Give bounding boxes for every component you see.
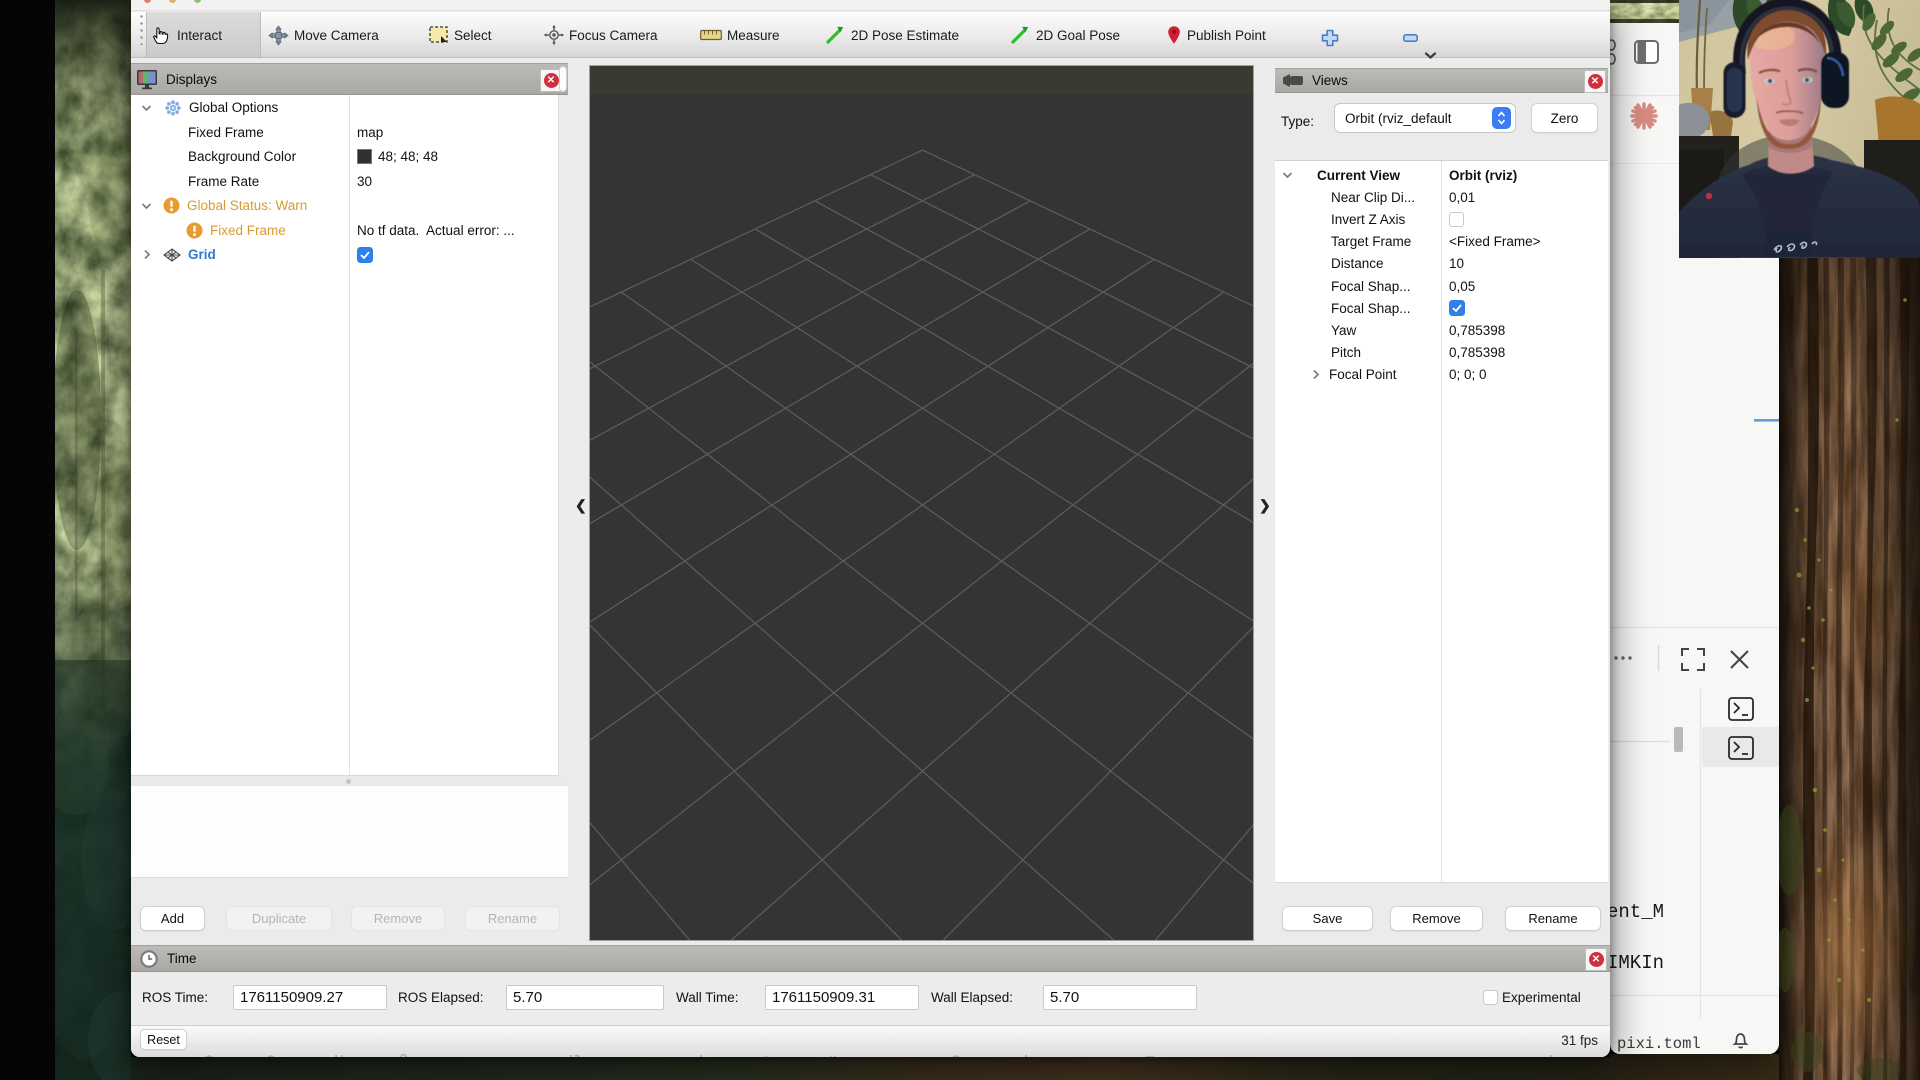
- svg-text:ent_M: ent_M: [1610, 901, 1664, 923]
- svg-text:IMKIn: IMKIn: [1610, 952, 1664, 974]
- svg-text:pixi.toml: pixi.toml: [1617, 1035, 1701, 1053]
